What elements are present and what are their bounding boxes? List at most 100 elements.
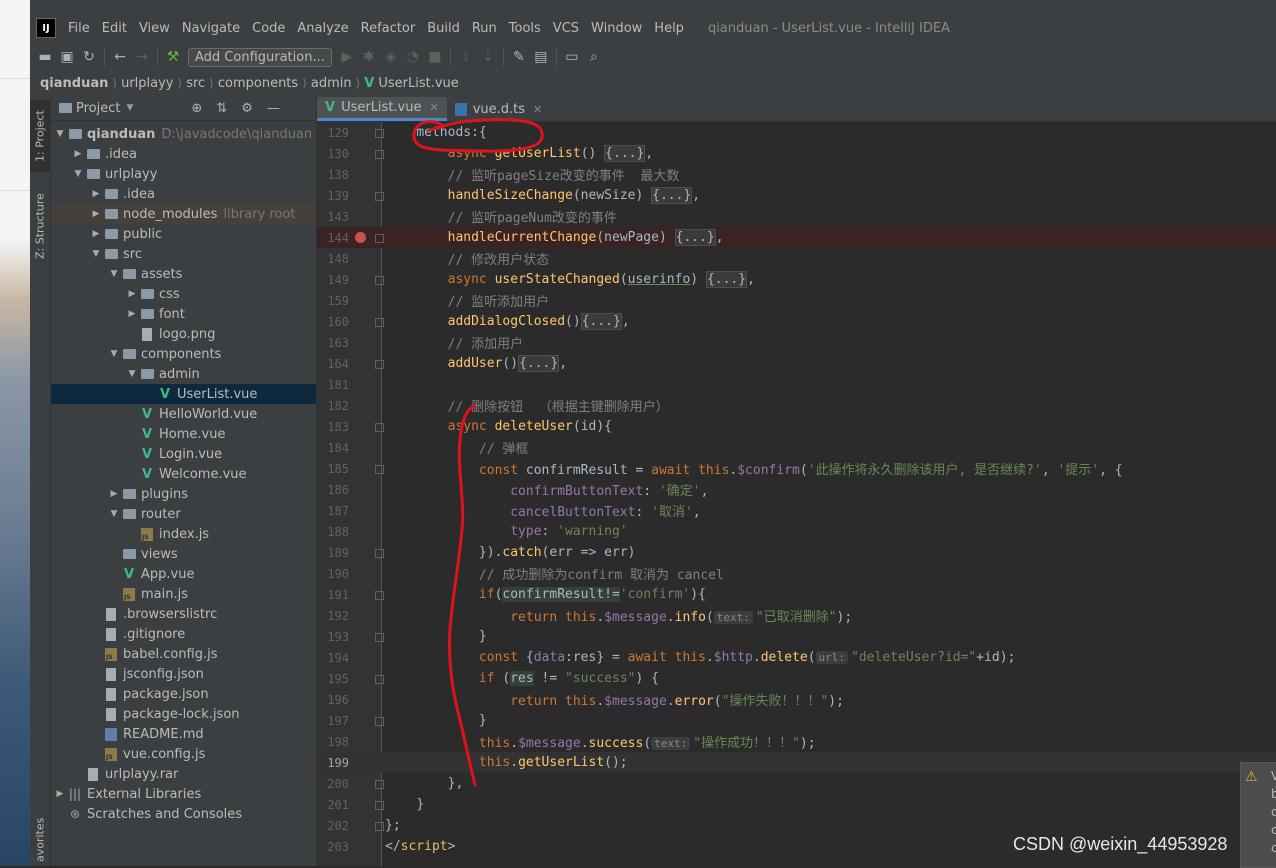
tree-item[interactable]: ▶ .idea	[51, 184, 316, 204]
breakpoint-icon[interactable]	[355, 232, 366, 243]
tree-item[interactable]: V Home.vue	[51, 424, 316, 444]
fold-marker-icon[interactable]	[375, 423, 384, 432]
coverage-icon[interactable]: ◈	[380, 46, 402, 68]
code-line[interactable]: 202};	[317, 815, 1276, 836]
code-line[interactable]: 185 const confirmResult = await this.$co…	[317, 458, 1276, 479]
sync-icon[interactable]: ↻	[78, 46, 100, 68]
tree-item[interactable]: .browserslistrc	[51, 604, 316, 624]
expand-down-icon[interactable]: ▼	[125, 369, 139, 379]
code-line[interactable]: 197 }	[317, 710, 1276, 731]
locate-target-icon[interactable]: ⊕	[191, 101, 202, 116]
menu-item-build[interactable]: Build	[421, 21, 466, 36]
expand-down-icon[interactable]: ▼	[89, 249, 103, 259]
menu-item-code[interactable]: Code	[246, 21, 291, 36]
menu-item-refactor[interactable]: Refactor	[355, 21, 422, 36]
menu-item-help[interactable]: Help	[648, 21, 690, 36]
menu-item-tools[interactable]: Tools	[503, 21, 547, 36]
tree-item[interactable]: README.md	[51, 724, 316, 744]
code-line[interactable]: 189 }).catch(err => err)	[317, 542, 1276, 563]
fold-marker-icon[interactable]	[375, 633, 384, 642]
code-line[interactable]: 148 // 修改用户状态	[317, 248, 1276, 269]
tree-item[interactable]: ▼ admin	[51, 364, 316, 384]
fold-marker-icon[interactable]	[375, 318, 384, 327]
code-line[interactable]: 159 // 监听添加用户	[317, 290, 1276, 311]
breadcrumb-item[interactable]: admin	[307, 76, 356, 91]
tree-item[interactable]: ▶ ||| External Libraries	[51, 784, 316, 804]
expand-down-icon[interactable]: ▼	[107, 349, 121, 359]
code-line[interactable]: 164 addUser(){...},	[317, 353, 1276, 374]
structure-tool-tab[interactable]: Z: Structure	[30, 186, 50, 266]
menu-item-vcs[interactable]: VCS	[547, 21, 585, 36]
code-line[interactable]: 199 this.getUserList();	[317, 752, 1276, 773]
code-line[interactable]: 186 confirmButtonText: '确定',	[317, 479, 1276, 500]
code-line[interactable]: 144 handleCurrentChange(newPage) {...},	[317, 227, 1276, 248]
fold-marker-icon[interactable]	[375, 192, 384, 201]
tree-item[interactable]: V Login.vue	[51, 444, 316, 464]
breadcrumb-item[interactable]: src	[182, 76, 209, 91]
fold-marker-icon[interactable]	[375, 276, 384, 285]
tree-item[interactable]: ▶ plugins	[51, 484, 316, 504]
menu-item-view[interactable]: View	[133, 21, 176, 36]
fold-marker-icon[interactable]	[375, 675, 384, 684]
code-line[interactable]: 130 async getUserList() {...},	[317, 143, 1276, 164]
stop-icon[interactable]: ■	[424, 46, 446, 68]
code-line[interactable]: 187 cancelButtonText: '取消',	[317, 500, 1276, 521]
code-line[interactable]: 191 if(confirmResult!='confirm'){	[317, 584, 1276, 605]
fold-marker-icon[interactable]	[375, 801, 384, 810]
fold-marker-icon[interactable]	[375, 150, 384, 159]
run-icon[interactable]: ▶	[336, 46, 358, 68]
favorites-tool-tab[interactable]: avorites	[30, 814, 50, 866]
fold-marker-icon[interactable]	[375, 129, 384, 138]
menu-item-run[interactable]: Run	[466, 21, 503, 36]
notification-balloon[interactable]: ⚠ Vbccc	[1240, 762, 1276, 868]
tree-item[interactable]: package.json	[51, 684, 316, 704]
project-tool-tab[interactable]: 1: Project	[30, 100, 50, 172]
expand-right-icon[interactable]: ▶	[89, 229, 103, 239]
code-line[interactable]: 149 async userStateChanged(userinfo) {..…	[317, 269, 1276, 290]
code-line[interactable]: 192 return this.$message.info(text: "已取消删…	[317, 605, 1276, 626]
code-line[interactable]: 139 handleSizeChange(newSize) {...},	[317, 185, 1276, 206]
gear-icon[interactable]: ⚙	[241, 101, 253, 116]
expand-down-icon[interactable]: ▼	[107, 269, 121, 279]
expand-right-icon[interactable]: ▶	[71, 149, 85, 159]
code-line[interactable]: 198 this.$message.success(text: "操作成功！！！"…	[317, 731, 1276, 752]
profile-icon[interactable]: ◔	[402, 46, 424, 68]
open-folder-icon[interactable]: ▬	[34, 46, 56, 68]
code-line[interactable]: 160 addDialogClosed(){...},	[317, 311, 1276, 332]
close-icon[interactable]: ✕	[533, 103, 542, 116]
tab-vue-d-ts[interactable]: vue.d.ts ✕	[447, 97, 551, 121]
fold-marker-icon[interactable]	[375, 822, 384, 831]
expand-right-icon[interactable]: ▶	[125, 309, 139, 319]
code-line[interactable]: 188 type: 'warning'	[317, 521, 1276, 542]
menu-item-navigate[interactable]: Navigate	[176, 21, 246, 36]
tree-item[interactable]: ▶ css	[51, 284, 316, 304]
expand-down-icon[interactable]: ▼	[71, 169, 85, 179]
breadcrumb-item[interactable]: urlplayy	[117, 76, 177, 91]
breadcrumb-item[interactable]: UserList.vue	[374, 76, 462, 91]
expand-right-icon[interactable]: ▶	[125, 289, 139, 299]
tab-userlist-vue[interactable]: V UserList.vue ✕	[317, 97, 447, 121]
code-line[interactable]: 184 // 弹框	[317, 437, 1276, 458]
menu-item-analyze[interactable]: Analyze	[291, 21, 354, 36]
chevron-down-icon[interactable]: ▼	[126, 103, 133, 113]
add-configuration-button[interactable]: Add Configuration...	[188, 47, 332, 67]
tree-item[interactable]: ▼ qianduan D:\javadcode\qianduan	[51, 124, 316, 144]
menu-item-window[interactable]: Window	[585, 21, 648, 36]
expand-right-icon[interactable]: ▶	[107, 489, 121, 499]
breadcrumb-item[interactable]: qianduan	[30, 76, 112, 91]
tree-item[interactable]: ▼ components	[51, 344, 316, 364]
tree-item[interactable]: ▼ assets	[51, 264, 316, 284]
fold-marker-icon[interactable]	[375, 234, 384, 243]
tree-item[interactable]: urlplayy.rar	[51, 764, 316, 784]
tree-item[interactable]: V Welcome.vue	[51, 464, 316, 484]
tree-item[interactable]: ▶ node_modules library root	[51, 204, 316, 224]
fold-marker-icon[interactable]	[375, 717, 384, 726]
code-line[interactable]: 194 const {data:res} = await this.$http.…	[317, 647, 1276, 668]
search-icon[interactable]: ⌕	[583, 46, 605, 68]
hide-panel-icon[interactable]: —	[267, 101, 280, 116]
tree-item[interactable]: ▼ src	[51, 244, 316, 264]
code-editor[interactable]: 129 methods:{130 async getUserList() {..…	[317, 122, 1276, 866]
save-icon[interactable]: ▣	[56, 46, 78, 68]
project-structure-icon[interactable]: ▤	[530, 46, 552, 68]
tree-item[interactable]: logo.png	[51, 324, 316, 344]
